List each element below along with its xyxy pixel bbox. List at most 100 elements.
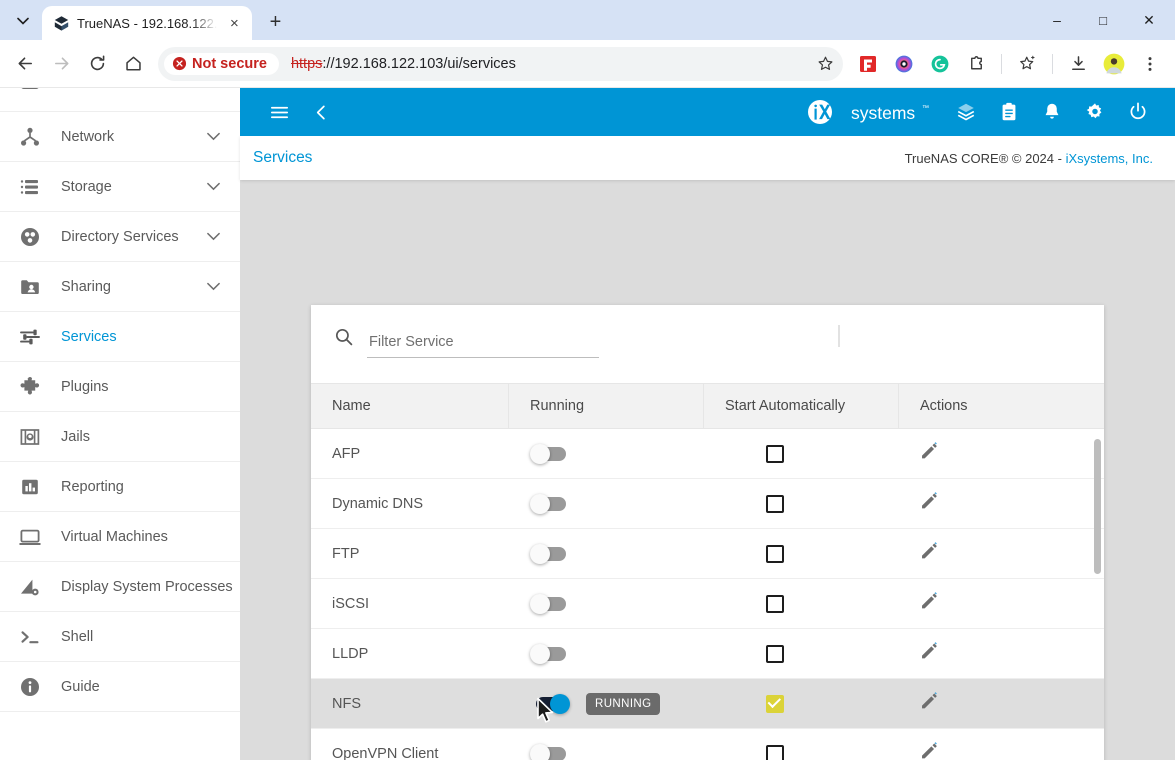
tasks-clipboard-icon[interactable] xyxy=(992,95,1026,129)
sidebar-item-sharing[interactable]: Sharing xyxy=(0,262,240,312)
browser-tab[interactable]: TrueNAS - 192.168.122. × xyxy=(42,6,253,40)
sidebar-item-reporting[interactable]: Reporting xyxy=(0,462,240,512)
sidebar-item-guide[interactable]: Guide xyxy=(0,662,240,712)
chevron-down-icon[interactable] xyxy=(200,182,226,191)
column-header-running[interactable]: Running xyxy=(509,384,704,428)
running-cell xyxy=(509,443,704,464)
sidebar-item-label: Sharing xyxy=(61,278,111,295)
chevron-left-icon[interactable] xyxy=(304,95,338,129)
running-toggle[interactable] xyxy=(530,693,570,714)
ixsystems-logo[interactable]: systems ™ xyxy=(806,99,930,125)
minimize-window-button[interactable]: – xyxy=(1035,6,1079,34)
running-toggle[interactable] xyxy=(530,543,570,564)
table-row[interactable]: FTP xyxy=(311,529,1104,579)
settings-gear-icon[interactable] xyxy=(1078,95,1112,129)
start-automatically-checkbox[interactable] xyxy=(766,694,784,713)
search-input[interactable] xyxy=(367,334,599,358)
ixsystems-link[interactable]: iXsystems, Inc. xyxy=(1066,151,1153,166)
forward-arrow-icon[interactable] xyxy=(44,47,78,81)
running-toggle[interactable] xyxy=(530,493,570,514)
sidebar-item-network[interactable]: Network xyxy=(0,112,240,162)
content-area: Name Running Start Automatically Actions… xyxy=(240,180,1175,760)
reporting-chart-icon xyxy=(17,474,43,500)
toolbar-vertical-divider xyxy=(838,325,840,347)
extensions-puzzle-icon[interactable] xyxy=(959,47,993,81)
sidebar-item-storage[interactable]: Storage xyxy=(0,162,240,212)
tab-search-chevron-icon[interactable] xyxy=(8,7,38,35)
table-row[interactable]: LLDP xyxy=(311,629,1104,679)
chevron-down-icon[interactable] xyxy=(200,132,226,141)
start-automatically-checkbox[interactable] xyxy=(766,594,784,613)
toolbar-divider xyxy=(1001,53,1002,74)
sidebar-item-label: Display System Processes xyxy=(61,578,233,595)
sidebar-item-jails[interactable]: Jails xyxy=(0,412,240,462)
omnibox[interactable]: Not secure https://192.168.122.103/ui/se… xyxy=(158,46,843,81)
sidebar-item-label: Shell xyxy=(61,628,94,645)
power-icon[interactable] xyxy=(1121,95,1155,129)
maximize-window-button[interactable]: □ xyxy=(1081,6,1125,34)
start-automatically-checkbox[interactable] xyxy=(766,744,784,760)
sidebar-item-display-system-processes[interactable]: Display System Processes xyxy=(0,562,240,612)
table-row[interactable]: AFP xyxy=(311,429,1104,479)
network-icon xyxy=(17,124,43,150)
chevron-down-icon[interactable] xyxy=(200,232,226,241)
sidebar-item-services[interactable]: Services xyxy=(0,312,240,362)
table-row[interactable]: NFS RUNNING xyxy=(311,679,1104,729)
chrome-menu-icon[interactable] xyxy=(1133,47,1167,81)
jobs-layers-icon[interactable] xyxy=(949,95,983,129)
start-automatically-checkbox[interactable] xyxy=(766,494,784,513)
profile-avatar-icon[interactable] xyxy=(1097,47,1131,81)
edit-pencil-icon[interactable] xyxy=(918,690,940,717)
start-automatically-cell xyxy=(704,594,899,613)
home-icon[interactable] xyxy=(116,47,150,81)
url-text[interactable]: https://192.168.122.103/ui/services xyxy=(291,56,516,72)
running-cell xyxy=(509,593,704,614)
star-icon[interactable] xyxy=(811,50,839,78)
sidebar-item-shell[interactable]: Shell xyxy=(0,612,240,662)
sidebar-item-directory-services[interactable]: Directory Services xyxy=(0,212,240,262)
column-header-actions[interactable]: Actions xyxy=(899,384,1104,428)
chevron-down-icon[interactable] xyxy=(200,282,226,291)
table-row[interactable]: OpenVPN Client xyxy=(311,729,1104,760)
site-security-badge[interactable]: Not secure xyxy=(164,52,279,75)
running-toggle[interactable] xyxy=(530,593,570,614)
new-tab-button[interactable]: + xyxy=(260,7,290,37)
directory-services-icon xyxy=(17,224,43,250)
breadcrumb-bar: Services TrueNAS CORE® © 2024 - iXsystem… xyxy=(240,136,1175,180)
start-automatically-checkbox[interactable] xyxy=(766,444,784,463)
reload-icon[interactable] xyxy=(80,47,114,81)
edit-pencil-icon[interactable] xyxy=(918,740,940,760)
running-toggle[interactable] xyxy=(530,643,570,664)
not-secure-icon xyxy=(172,56,187,71)
edit-pencil-icon[interactable] xyxy=(918,590,940,617)
sparkle-star-icon[interactable] xyxy=(1010,47,1044,81)
running-cell xyxy=(509,543,704,564)
column-header-start-automatically[interactable]: Start Automatically xyxy=(704,384,899,428)
column-header-name[interactable]: Name xyxy=(311,384,509,428)
downloads-icon[interactable] xyxy=(1061,47,1095,81)
sidebar-item-virtual-machines[interactable]: Virtual Machines xyxy=(0,512,240,562)
sidebar-item-plugins[interactable]: Plugins xyxy=(0,362,240,412)
colorful-circle-extension-icon[interactable] xyxy=(887,47,921,81)
table-scrollbar[interactable] xyxy=(1094,439,1101,574)
flipboard-extension-icon[interactable] xyxy=(851,47,885,81)
edit-pencil-icon[interactable] xyxy=(918,640,940,667)
hamburger-menu-icon[interactable] xyxy=(262,95,296,129)
close-window-button[interactable]: ✕ xyxy=(1127,6,1171,34)
back-arrow-icon[interactable] xyxy=(8,47,42,81)
grammarly-extension-icon[interactable] xyxy=(923,47,957,81)
start-automatically-checkbox[interactable] xyxy=(766,544,784,563)
running-toggle[interactable] xyxy=(530,443,570,464)
breadcrumb[interactable]: Services xyxy=(253,149,312,167)
alerts-bell-icon[interactable] xyxy=(1035,95,1069,129)
start-automatically-checkbox[interactable] xyxy=(766,644,784,663)
edit-pencil-icon[interactable] xyxy=(918,490,940,517)
edit-pencil-icon[interactable] xyxy=(918,440,940,467)
running-toggle[interactable] xyxy=(530,743,570,760)
truenas-logo-icon xyxy=(53,15,70,32)
table-row[interactable]: iSCSI xyxy=(311,579,1104,629)
sidebar-item-tasks[interactable]: Tasks xyxy=(0,88,240,112)
edit-pencil-icon[interactable] xyxy=(918,540,940,567)
close-tab-icon[interactable]: × xyxy=(224,13,244,33)
table-row[interactable]: Dynamic DNS xyxy=(311,479,1104,529)
